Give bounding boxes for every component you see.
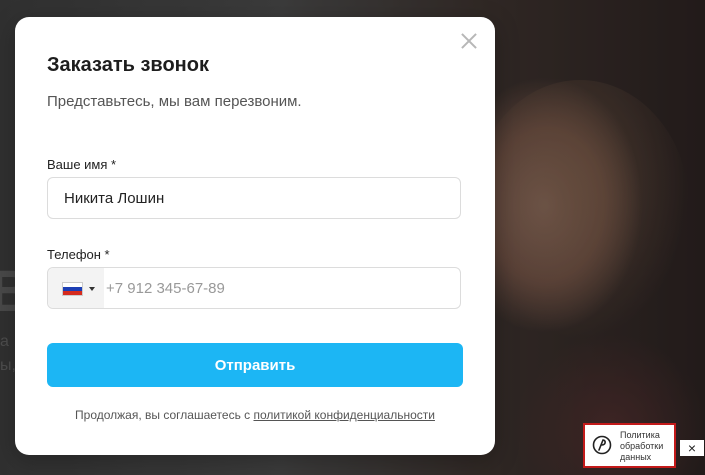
- phone-field: [47, 267, 461, 309]
- agreement-text: Продолжая, вы соглашаетесь с политикой к…: [15, 408, 495, 422]
- name-value: Никита Лошин: [64, 190, 165, 207]
- callback-modal: Заказать звонок Представьтесь, мы вам пе…: [15, 17, 495, 455]
- data-policy-widget[interactable]: Политика обработки данных: [583, 423, 676, 468]
- policy-line: Политика: [620, 430, 660, 440]
- policy-line: данных: [620, 452, 652, 462]
- russia-flag-icon: [62, 282, 83, 296]
- submit-button[interactable]: Отправить: [47, 343, 463, 387]
- phone-label: Телефон *: [47, 247, 110, 262]
- modal-title: Заказать звонок: [47, 54, 209, 76]
- modal-subtitle: Представьтесь, мы вам перезвоним.: [47, 93, 302, 110]
- privacy-policy-link[interactable]: политикой конфиденциальности: [253, 408, 434, 422]
- policy-line: обработки: [620, 441, 664, 451]
- country-selector[interactable]: [48, 268, 104, 308]
- name-field[interactable]: Никита Лошин: [47, 177, 461, 219]
- policy-label: Политика обработки данных: [620, 430, 663, 463]
- agreement-prefix: Продолжая, вы соглашаетесь с: [75, 408, 254, 422]
- policy-logo-icon: [592, 435, 612, 455]
- phone-input[interactable]: [106, 268, 456, 308]
- close-icon[interactable]: [459, 31, 479, 51]
- name-label: Ваше имя *: [47, 157, 117, 172]
- chevron-down-icon: [89, 287, 95, 291]
- policy-close-icon[interactable]: ×: [680, 440, 704, 456]
